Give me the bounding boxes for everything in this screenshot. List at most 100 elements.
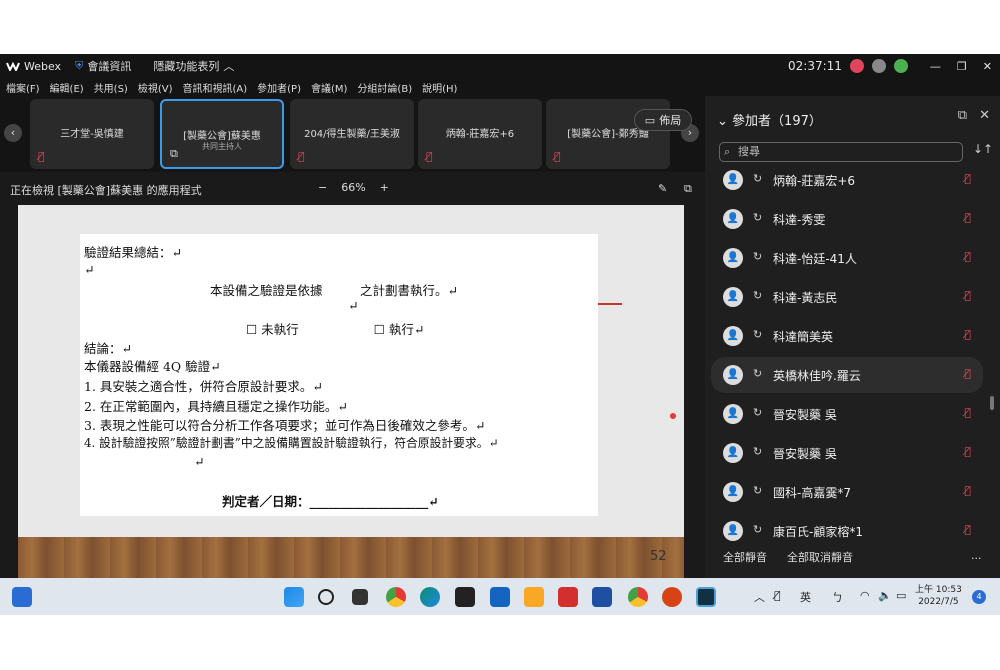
meeting-info-button[interactable]: ⛨ 會議資訊: [75, 58, 131, 74]
system-clock[interactable]: 上午 10:53 2022/7/5: [915, 584, 962, 608]
title-bar: Webex ⛨ 會議資訊 隱藏功能表列 ︿ 02:37:11 — ❐ ✕: [0, 54, 1000, 78]
file-explorer-icon[interactable]: [524, 587, 544, 607]
menu-help[interactable]: 說明(H): [422, 80, 457, 95]
mic-muted-icon[interactable]: 🎙̸: [964, 484, 971, 497]
notepad-icon[interactable]: [490, 587, 510, 607]
lock-icon[interactable]: [871, 59, 886, 73]
widgets-icon[interactable]: [12, 587, 32, 607]
mic-muted-icon[interactable]: 🎙̸: [964, 328, 971, 341]
chrome-icon[interactable]: [386, 587, 406, 607]
record-icon[interactable]: [849, 59, 864, 73]
tray-chevron-icon[interactable]: ︿: [754, 589, 765, 605]
restore-icon[interactable]: ❐: [957, 60, 967, 73]
hide-menu-label: 隱藏功能表列: [153, 60, 220, 73]
zoom-in-button[interactable]: +: [380, 181, 389, 194]
mic-muted-icon[interactable]: 🎙̸: [964, 172, 971, 185]
acrobat-icon[interactable]: [558, 587, 578, 607]
popout-panel-icon[interactable]: ⧉: [958, 108, 967, 123]
doc-line: 2. 在正常範圍內，具持續且穩定之操作功能。↵: [84, 399, 348, 414]
battery-icon[interactable]: ▭: [896, 589, 906, 602]
video-tile[interactable]: 炳翰-莊嘉宏+6 🎙̸: [418, 99, 542, 169]
strip-prev-button[interactable]: ‹: [4, 124, 22, 142]
mic-off-tray-icon[interactable]: 🎙̸: [774, 589, 781, 602]
participant-scrollbar[interactable]: [990, 396, 994, 410]
powerpoint-icon[interactable]: [662, 587, 682, 607]
sort-icon[interactable]: ↓↑: [973, 142, 993, 156]
avatar-icon: 👤: [723, 482, 743, 502]
participant-row[interactable]: 👤 ↻ 國科-高嘉霙*7 🎙̸: [711, 474, 983, 510]
webex-taskbar-icon[interactable]: [696, 587, 716, 607]
menu-edit[interactable]: 編輯(E): [50, 80, 84, 95]
participant-row[interactable]: 👤 ↻ 科達-秀雯 🎙̸: [711, 201, 983, 237]
search-icon: ⌕: [724, 145, 731, 158]
participant-row[interactable]: 👤 ↻ 炳翰-莊嘉宏+6 🎙̸: [711, 162, 983, 198]
mic-muted-icon[interactable]: 🎙̸: [964, 250, 971, 263]
start-icon[interactable]: [284, 587, 304, 607]
close-panel-icon[interactable]: ✕: [979, 108, 990, 123]
edge-icon[interactable]: [420, 587, 440, 607]
zoom-level[interactable]: 66%: [341, 181, 365, 194]
wifi-icon[interactable]: ◠: [860, 589, 870, 602]
participant-row-hovered[interactable]: 👤 ↻ 英橋林佳吟.羅云 🎙̸: [711, 357, 983, 393]
participant-row[interactable]: 👤 ↻ 晉安製藥 吳 🎙̸: [711, 435, 983, 471]
more-options-button[interactable]: ...: [971, 549, 982, 562]
participant-name: 科達-怡廷-41人: [773, 252, 857, 266]
menu-audio-video[interactable]: 音訊和視訊(A): [183, 80, 248, 95]
unmute-all-button[interactable]: 全部取消靜音: [787, 549, 853, 565]
mic-muted-icon: 🎙̸: [426, 150, 433, 163]
zoom-out-button[interactable]: −: [318, 181, 327, 194]
menu-meeting[interactable]: 會議(M): [311, 80, 347, 95]
participant-row[interactable]: 👤 ↻ 科達-黃志民 🎙̸: [711, 279, 983, 315]
participant-search-input[interactable]: ⌕ 搜尋: [719, 142, 963, 162]
audio-connection-icon: ↻: [753, 406, 763, 419]
chrome-profile-icon[interactable]: [628, 587, 648, 607]
layout-label: 佈局: [659, 114, 682, 127]
participant-footer: 全部靜音 全部取消靜音 ...: [723, 549, 982, 565]
webex-logo[interactable]: Webex: [6, 60, 61, 73]
ime-indicator[interactable]: 英: [800, 589, 811, 605]
participant-row[interactable]: 👤 ↻ 康百氏-顧家榕*1 🎙̸: [711, 513, 983, 549]
task-view-icon[interactable]: [352, 589, 368, 605]
participants-header[interactable]: ⌄ 參加者（197）: [717, 110, 822, 129]
mic-muted-icon[interactable]: 🎙̸: [964, 406, 971, 419]
menu-view[interactable]: 檢視(V): [138, 80, 173, 95]
pointer-line: [598, 303, 622, 305]
video-tile[interactable]: 204/得生製藥/王美淑 🎙̸: [290, 99, 414, 169]
tile-name: 204/得生製藥/王美淑: [304, 129, 400, 140]
sticky-notes-icon[interactable]: [455, 587, 475, 607]
menu-breakout[interactable]: 分組討論(B): [357, 80, 412, 95]
mic-muted-icon[interactable]: 🎙̸: [964, 289, 971, 302]
mic-muted-icon[interactable]: 🎙̸: [964, 367, 971, 380]
participant-name: 科達簡美英: [773, 330, 834, 344]
close-icon[interactable]: ✕: [983, 60, 992, 73]
search-icon[interactable]: [318, 589, 334, 605]
menu-participants[interactable]: 參加者(P): [257, 80, 301, 95]
webex-window: Webex ⛨ 會議資訊 隱藏功能表列 ︿ 02:37:11 — ❐ ✕ 檔案(…: [0, 54, 1000, 578]
mic-muted-icon[interactable]: 🎙̸: [964, 445, 971, 458]
doc-line: ☐ 未執行 ☐ 執行↵: [246, 322, 425, 337]
audio-connection-icon: ↻: [753, 367, 763, 380]
video-tile[interactable]: 三才堂-吳慎建 🎙̸: [30, 99, 154, 169]
signal-icon[interactable]: [893, 59, 908, 73]
mute-all-button[interactable]: 全部靜音: [723, 549, 767, 565]
video-tile-active[interactable]: [製藥公會]蘇美惠 共同主持人 ⧉: [160, 99, 284, 169]
mic-muted-icon[interactable]: 🎙̸: [964, 211, 971, 224]
menu-bar: 檔案(F) 編輯(E) 共用(S) 檢視(V) 音訊和視訊(A) 參加者(P) …: [0, 78, 1000, 96]
layout-button[interactable]: ▭ 佈局: [634, 109, 692, 131]
doc-line: 3. 表現之性能可以符合分析工作各項要求；並可作為日後確效之參考。↵: [84, 418, 486, 433]
ime-mode-icon[interactable]: ㄅ: [832, 589, 843, 605]
menu-share[interactable]: 共用(S): [94, 80, 128, 95]
participant-row[interactable]: 👤 ↻ 科達-怡廷-41人 🎙̸: [711, 240, 983, 276]
audio-connection-icon: ↻: [753, 211, 763, 224]
notification-badge[interactable]: 4: [972, 590, 986, 604]
menu-file[interactable]: 檔案(F): [6, 80, 40, 95]
participant-row[interactable]: 👤 ↻ 科達簡美英 🎙̸: [711, 318, 983, 354]
volume-icon[interactable]: 🔈: [878, 589, 892, 602]
minimize-icon[interactable]: —: [930, 60, 941, 73]
word-icon[interactable]: [592, 587, 612, 607]
mic-muted-icon[interactable]: 🎙̸: [964, 523, 971, 536]
hide-menu-button[interactable]: 隱藏功能表列 ︿: [153, 58, 234, 74]
popout-icon[interactable]: ⧉: [684, 182, 692, 196]
participant-row[interactable]: 👤 ↻ 晉安製藥 吳 🎙̸: [711, 396, 983, 432]
annotate-icon[interactable]: ✎: [658, 182, 667, 195]
